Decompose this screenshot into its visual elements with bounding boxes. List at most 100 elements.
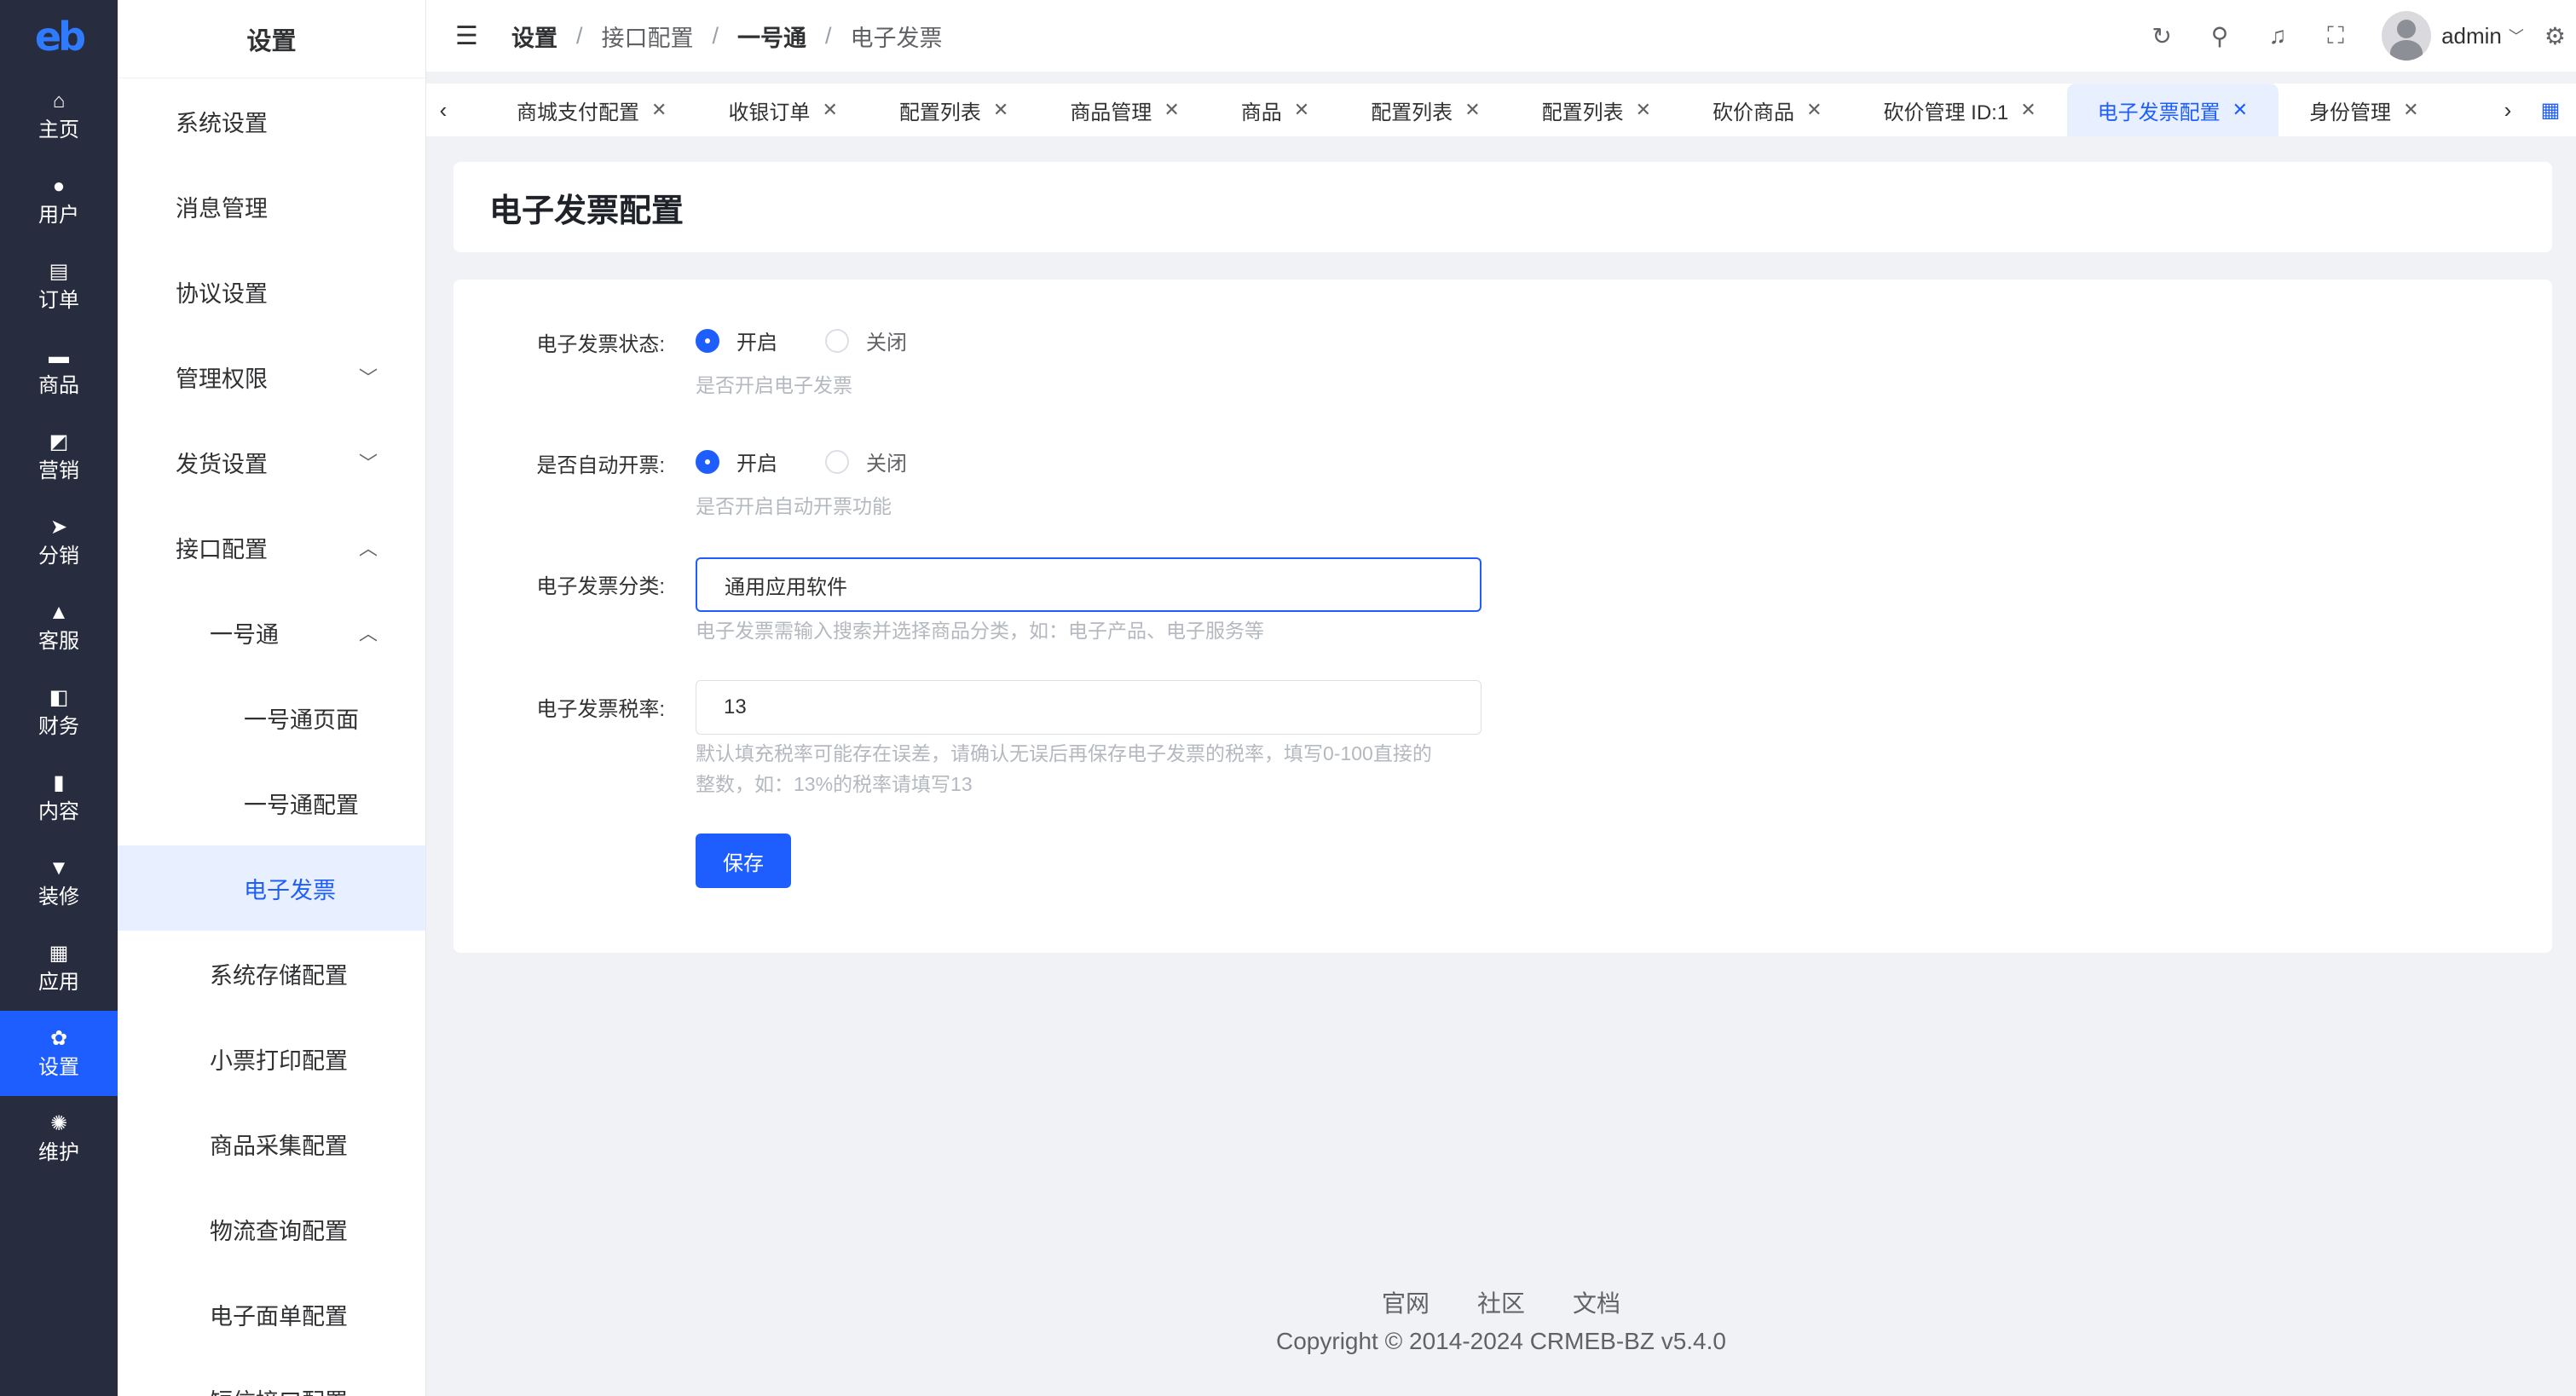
rail-item[interactable]: ✺ 维护 xyxy=(0,1096,118,1181)
tax-rate-input[interactable] xyxy=(696,680,1481,735)
tab[interactable]: 身份管理 ✕ xyxy=(2279,84,2449,136)
footer-link[interactable]: 社区 xyxy=(1477,1285,1525,1319)
tabs-scroll-right-icon[interactable]: › xyxy=(2491,97,2525,124)
close-icon[interactable]: ✕ xyxy=(2403,99,2418,121)
save-button[interactable]: 保存 xyxy=(696,834,791,888)
sidebar-item[interactable]: 发货设置 ﹀ xyxy=(118,419,425,505)
sidebar-item-label: 一号通配置 xyxy=(244,792,359,818)
sidebar-item-label: 协议设置 xyxy=(176,280,268,307)
rail-item[interactable]: ⌂ 主页 xyxy=(0,73,118,159)
tab[interactable]: 电子发票配置 ✕ xyxy=(2066,84,2279,136)
menu-toggle-icon[interactable]: ☰ xyxy=(455,21,486,51)
auto-issue-label: 是否自动开票: xyxy=(536,454,665,477)
rail-item[interactable]: ▬ 商品 xyxy=(0,329,118,414)
tax-rate-hint: 整数，如：13%的税率请填写13 xyxy=(696,773,973,795)
search-icon[interactable]: ⚲ xyxy=(2208,22,2232,50)
close-icon[interactable]: ✕ xyxy=(1636,99,1651,121)
sidebar-item[interactable]: 协议设置 xyxy=(118,249,425,334)
sidebar-item[interactable]: 管理权限 ﹀ xyxy=(118,334,425,419)
close-icon[interactable]: ✕ xyxy=(2232,99,2248,121)
sidebar-item[interactable]: 一号通页面 xyxy=(118,675,425,760)
radio-unchecked-icon[interactable] xyxy=(825,328,849,353)
sidebar-item-label: 一号通 xyxy=(210,621,279,648)
radio-checked-icon[interactable] xyxy=(696,328,719,353)
tab-label: 商品管理 xyxy=(1070,101,1152,124)
close-icon[interactable]: ✕ xyxy=(993,99,1008,121)
invoice-status-off-radio[interactable]: 关闭 xyxy=(825,326,907,355)
radio-checked-icon[interactable] xyxy=(696,449,719,474)
rail-item[interactable]: ▤ 订单 xyxy=(0,244,118,329)
tab[interactable]: 配置列表 ✕ xyxy=(1511,84,1682,136)
rail-item[interactable]: ▮ 内容 xyxy=(0,755,118,840)
radio-unchecked-icon[interactable] xyxy=(825,449,849,474)
sidebar-item[interactable]: 小票打印配置 xyxy=(118,1016,425,1101)
footer-link[interactable]: 官网 xyxy=(1382,1285,1430,1319)
rail-item[interactable]: ▼ 装修 xyxy=(0,840,118,926)
tab[interactable]: 砍价管理 ID:1 ✕ xyxy=(1853,84,2067,136)
sidebar-item[interactable]: 商品采集配置 xyxy=(118,1101,425,1186)
breadcrumb-item: 电子发票 xyxy=(850,25,943,51)
breadcrumb-item[interactable]: 接口配置 xyxy=(602,20,694,53)
sidebar-item[interactable]: 电子面单配置 xyxy=(118,1272,425,1357)
footer-link[interactable]: 文档 xyxy=(1573,1285,1620,1319)
sidebar-item[interactable]: 电子发票 xyxy=(118,845,425,931)
sidebar-item[interactable]: 短信接口配置 xyxy=(118,1357,425,1396)
chevron-icon[interactable]: ﹀ xyxy=(359,363,378,390)
close-icon[interactable]: ✕ xyxy=(822,99,837,121)
rail-item[interactable]: ✿ 设置 xyxy=(0,1011,118,1096)
rail-item[interactable]: ● 用户 xyxy=(0,159,118,244)
tab[interactable]: 收银订单 ✕ xyxy=(697,84,868,136)
tab[interactable]: 商品管理 ✕ xyxy=(1039,84,1210,136)
sidebar-item[interactable]: 物流查询配置 xyxy=(118,1186,425,1272)
order-icon: ▤ xyxy=(49,260,69,283)
chevron-icon[interactable]: ﹀ xyxy=(359,448,378,476)
sidebar-item[interactable]: 接口配置 ︿ xyxy=(118,505,425,590)
page-header-card: 电子发票配置 xyxy=(453,162,2552,252)
rail-item[interactable]: ◧ 财务 xyxy=(0,670,118,755)
gear-icon[interactable]: ⚙ xyxy=(2544,22,2566,50)
decorate-icon: ▼ xyxy=(49,857,69,880)
chevron-down-icon[interactable]: ﹀ xyxy=(2509,25,2524,47)
chevron-icon[interactable]: ︿ xyxy=(359,619,378,646)
tab[interactable]: 砍价商品 ✕ xyxy=(1682,84,1852,136)
rail-item[interactable]: ▲ 客服 xyxy=(0,585,118,670)
tab[interactable]: 商城支付配置 ✕ xyxy=(486,84,697,136)
close-icon[interactable]: ✕ xyxy=(2020,99,2036,121)
invoice-status-on-radio[interactable]: 开启 xyxy=(696,326,777,355)
close-icon[interactable]: ✕ xyxy=(651,99,667,121)
tab[interactable]: 配置列表 ✕ xyxy=(1340,84,1510,136)
chevron-icon[interactable]: ︿ xyxy=(359,534,378,561)
invoice-category-input[interactable] xyxy=(696,557,1481,612)
breadcrumb-item[interactable]: 设置 xyxy=(511,20,557,53)
bell-icon[interactable]: ♫ xyxy=(2266,22,2290,49)
username[interactable]: admin xyxy=(2441,23,2502,49)
tab[interactable]: 配置列表 ✕ xyxy=(869,84,1039,136)
tabs-scroll-left-icon[interactable]: ‹ xyxy=(426,97,460,124)
refresh-icon[interactable]: ↻ xyxy=(2150,22,2174,50)
close-icon[interactable]: ✕ xyxy=(1164,99,1179,121)
breadcrumb-item[interactable]: 一号通 xyxy=(737,20,806,53)
sidebar-item[interactable]: 系统存储配置 xyxy=(118,931,425,1016)
rail-item-label: 应用 xyxy=(38,971,79,994)
sidebar-item[interactable]: 一号通配置 xyxy=(118,760,425,845)
auto-issue-off-radio[interactable]: 关闭 xyxy=(825,447,907,476)
close-icon[interactable]: ✕ xyxy=(1464,99,1480,121)
tab[interactable]: 商品 ✕ xyxy=(1210,84,1340,136)
fullscreen-icon[interactable]: ⛶ xyxy=(2324,22,2348,50)
logo[interactable]: eb xyxy=(0,0,118,73)
sidebar-item-label: 小票打印配置 xyxy=(210,1047,348,1074)
sidebar-item[interactable]: 消息管理 xyxy=(118,164,425,249)
rail-item[interactable]: ▦ 应用 xyxy=(0,926,118,1011)
footer-links: 官网 社区 文档 xyxy=(426,1285,2576,1319)
auto-issue-on-radio[interactable]: 开启 xyxy=(696,447,777,476)
sidebar-item[interactable]: 系统设置 xyxy=(118,78,425,164)
rail-item[interactable]: ◩ 营销 xyxy=(0,414,118,499)
settings-sidebar: 设置 系统设置 消息管理 协议设置 管理权限 ﹀ 发货设置 ﹀ 接口配置 ︿ 一号通 ︿ 一号通页面一… xyxy=(118,0,426,1396)
close-icon[interactable]: ✕ xyxy=(1806,99,1822,121)
sidebar-item-label: 系统设置 xyxy=(176,110,268,136)
grid-icon[interactable]: ▦ xyxy=(2525,98,2576,123)
sidebar-item[interactable]: 一号通 ︿ xyxy=(118,590,425,675)
close-icon[interactable]: ✕ xyxy=(1294,99,1309,121)
rail-item[interactable]: ➤ 分销 xyxy=(0,499,118,585)
avatar[interactable] xyxy=(2382,11,2432,61)
